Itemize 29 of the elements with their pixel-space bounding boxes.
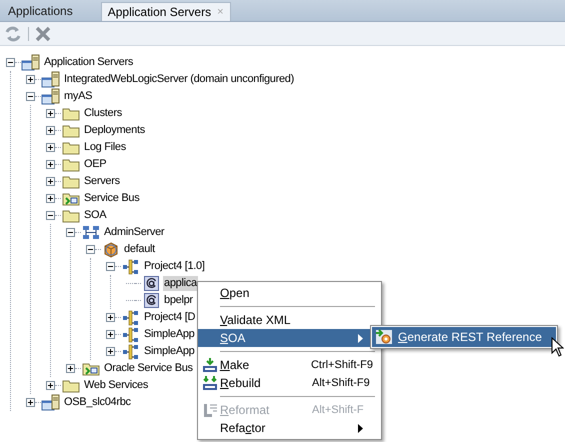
tree-item[interactable]: bpelpr <box>163 293 194 308</box>
menu-item[interactable]: Make Ctrl+Shift-F9 <box>198 356 381 374</box>
tree-item[interactable]: Log Files <box>83 140 127 155</box>
tree-item[interactable]: Web Services <box>83 378 150 393</box>
tree-item[interactable]: Project4 [1.0] <box>143 259 206 274</box>
tree-item[interactable]: default <box>123 242 156 257</box>
tree-item[interactable]: Application Servers <box>43 55 134 70</box>
tree-item[interactable]: AdminServer <box>103 225 166 240</box>
tree-item[interactable]: Service Bus <box>83 191 140 206</box>
menu-item[interactable]: Generate REST Reference <box>372 327 556 347</box>
tree-item[interactable]: Servers <box>83 174 121 189</box>
tree-item[interactable]: applica <box>163 276 198 291</box>
tree-item[interactable]: Oracle Service Bus <box>103 361 194 376</box>
menu-item[interactable]: Open <box>198 284 381 302</box>
tab[interactable]: Application Servers × <box>100 2 231 21</box>
tab[interactable]: Applications <box>2 0 79 21</box>
tree-item[interactable]: myAS <box>63 89 94 104</box>
tree-item[interactable]: Clusters <box>83 106 123 121</box>
menu-item[interactable]: Validate XML <box>198 311 381 329</box>
tree-item[interactable]: IntegratedWebLogicServer (domain unconfigured) <box>63 72 295 87</box>
tree-item[interactable]: SimpleApp <box>143 344 196 359</box>
tree-item[interactable]: Deployments <box>83 123 146 138</box>
menu-item[interactable]: Rebuild Alt+Shift-F9 <box>198 374 381 392</box>
tree-item[interactable]: SimpleApp <box>143 327 196 342</box>
tree-item[interactable]: Project4 [D <box>143 310 196 325</box>
tree-item[interactable]: OEP <box>83 157 108 172</box>
menu-item[interactable]: Refactor <box>198 419 381 437</box>
tree-item[interactable]: SOA <box>83 208 108 223</box>
tree-item[interactable]: OSB_slc04rbc <box>63 395 132 410</box>
